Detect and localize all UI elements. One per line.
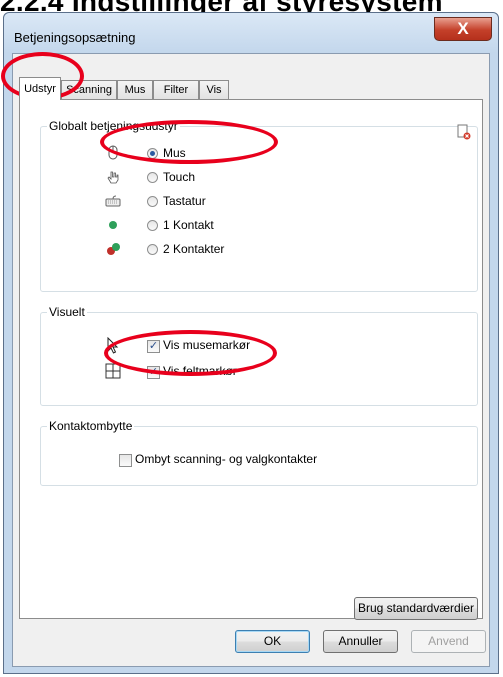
ok-button[interactable]: OK bbox=[235, 630, 310, 653]
window-title: Betjeningsopsætning bbox=[14, 30, 136, 45]
info-close-icon[interactable] bbox=[457, 124, 471, 140]
dialog-window: Betjeningsopsætning X Udstyr Scanning Mu… bbox=[3, 12, 499, 674]
radio-option-2-kontakter[interactable]: 2 Kontakter bbox=[105, 241, 405, 261]
radio-label-1-kontakt: 1 Kontakt bbox=[163, 218, 214, 232]
touch-hand-icon bbox=[105, 169, 121, 185]
keyboard-icon bbox=[105, 193, 121, 209]
title-bar: Betjeningsopsætning X bbox=[4, 13, 498, 53]
tab-vis[interactable]: Vis bbox=[199, 80, 229, 99]
group-title-visual: Visuelt bbox=[47, 305, 87, 319]
group-title-switch-swap: Kontaktombytte bbox=[47, 419, 135, 433]
radio-tastatur[interactable] bbox=[147, 196, 158, 207]
radio-mus[interactable] bbox=[147, 148, 158, 159]
tab-filter[interactable]: Filter bbox=[153, 80, 199, 99]
checkbox-label-vis-musemarkor: Vis musemarkør bbox=[163, 338, 251, 352]
field-marker-icon bbox=[105, 363, 121, 379]
close-button[interactable]: X bbox=[434, 17, 492, 41]
restore-defaults-button[interactable]: Brug standardværdier bbox=[354, 597, 478, 620]
checkbox-ombyt[interactable] bbox=[119, 454, 132, 467]
radio-1-kontakt[interactable] bbox=[147, 220, 158, 231]
tab-scanning[interactable]: Scanning bbox=[61, 80, 117, 99]
tab-panel-udstyr: Globalt betjeningsudstyr Mus Touch Tasta… bbox=[19, 99, 483, 620]
checkbox-label-ombyt: Ombyt scanning- og valgkontakter bbox=[135, 452, 318, 466]
checkbox-vis-musemarkor[interactable]: ✓ bbox=[147, 340, 160, 353]
radio-label-tastatur: Tastatur bbox=[163, 194, 206, 208]
cancel-button[interactable]: Annuller bbox=[323, 630, 398, 653]
group-title-global-input: Globalt betjeningsudstyr bbox=[47, 119, 180, 133]
two-switches-icon bbox=[105, 241, 121, 257]
dialog-client: Udstyr Scanning Mus Filter Vis Globalt b… bbox=[12, 53, 490, 667]
radio-option-tastatur[interactable]: Tastatur bbox=[105, 193, 405, 213]
tab-udstyr[interactable]: Udstyr bbox=[19, 77, 61, 100]
close-icon: X bbox=[457, 19, 469, 38]
radio-label-mus: Mus bbox=[163, 146, 186, 160]
checkbox-label-vis-feltmarkor: Vis feltmarkør bbox=[163, 364, 237, 378]
radio-2-kontakter[interactable] bbox=[147, 244, 158, 255]
group-global-input: Globalt betjeningsudstyr Mus Touch Tasta… bbox=[40, 119, 478, 292]
group-switch-swap: Kontaktombytte Ombyt scanning- og valgko… bbox=[40, 419, 478, 486]
mouse-icon bbox=[105, 145, 121, 161]
radio-label-2-kontakter: 2 Kontakter bbox=[163, 242, 225, 256]
checkbox-option-vis-feltmarkor[interactable]: ✓ Vis feltmarkør bbox=[105, 363, 405, 383]
radio-option-touch[interactable]: Touch bbox=[105, 169, 405, 189]
mouse-pointer-icon bbox=[105, 336, 121, 354]
tab-mus[interactable]: Mus bbox=[117, 80, 153, 99]
radio-touch[interactable] bbox=[147, 172, 158, 183]
checkbox-option-vis-musemarkor[interactable]: ✓ Vis musemarkør bbox=[105, 336, 405, 357]
group-visual: Visuelt ✓ Vis musemarkør ✓ Vis feltmarkø… bbox=[40, 305, 478, 406]
apply-button[interactable]: Anvend bbox=[411, 630, 486, 653]
radio-option-mus[interactable]: Mus bbox=[105, 145, 405, 165]
checkbox-option-ombyt[interactable]: Ombyt scanning- og valgkontakter bbox=[119, 451, 419, 471]
radio-option-1-kontakt[interactable]: 1 Kontakt bbox=[105, 217, 405, 237]
radio-label-touch: Touch bbox=[163, 170, 196, 184]
single-switch-icon bbox=[105, 217, 121, 233]
checkbox-vis-feltmarkor[interactable]: ✓ bbox=[147, 366, 160, 379]
